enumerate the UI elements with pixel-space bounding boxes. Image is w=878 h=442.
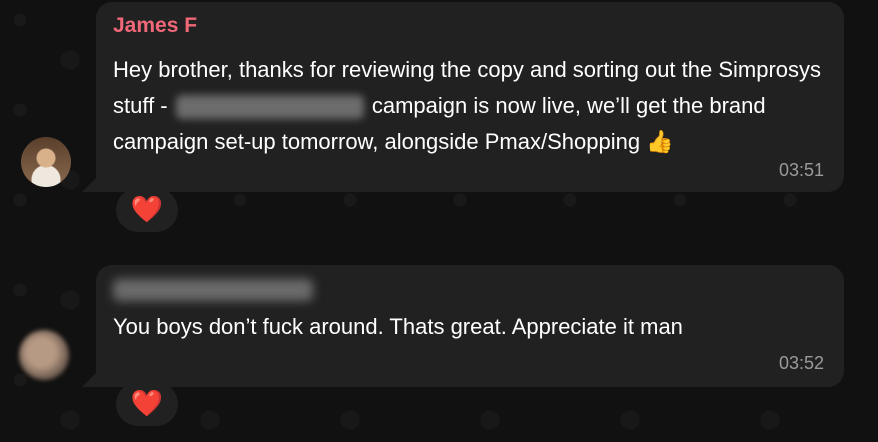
- message-text: You boys don’t fuck around. Thats great.…: [113, 314, 683, 339]
- avatar[interactable]: [19, 330, 69, 380]
- message-timestamp: 03:51: [778, 160, 824, 180]
- sender-name[interactable]: James F: [113, 14, 197, 38]
- message-timestamp: 03:52: [778, 353, 824, 373]
- avatar[interactable]: [21, 137, 71, 187]
- thumbs-up-icon: 👍: [646, 130, 674, 155]
- message-bubble[interactable]: You boys don’t fuck around. Thats great.…: [96, 265, 844, 387]
- message-bubble[interactable]: James F Hey brother, thanks for reviewin…: [96, 2, 844, 192]
- redacted-text: [175, 95, 364, 120]
- heart-reaction[interactable]: ❤️: [116, 382, 178, 426]
- heart-reaction[interactable]: ❤️: [116, 188, 178, 232]
- heart-icon: ❤️: [130, 195, 164, 225]
- heart-icon: ❤️: [130, 389, 164, 419]
- sender-name-redacted: [113, 279, 313, 301]
- message-text: Hey brother, thanks for reviewing the co…: [113, 52, 833, 161]
